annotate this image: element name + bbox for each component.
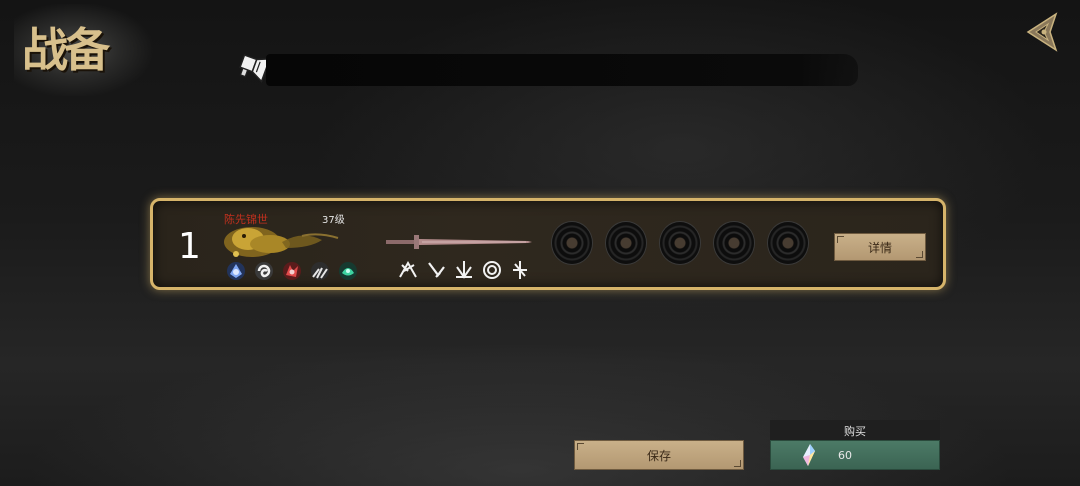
skill-icons — [226, 261, 358, 281]
spike-burst-icon[interactable] — [454, 259, 474, 281]
equipment-slot[interactable] — [552, 222, 592, 264]
golden-dragon-portrait — [224, 227, 339, 257]
red-spirit-icon[interactable] — [282, 261, 302, 281]
buy-price: 60 — [838, 448, 852, 462]
crystal-icon — [803, 444, 815, 466]
detail-button[interactable]: 详情 — [834, 233, 926, 261]
page-title: 战备 — [22, 23, 110, 77]
vortex-icon[interactable] — [482, 259, 502, 281]
notice-bar — [266, 54, 858, 86]
equipment-slot[interactable] — [660, 222, 700, 264]
blue-crest-icon[interactable] — [226, 261, 246, 281]
equipment-slots — [552, 222, 808, 264]
slash-burst-icon[interactable] — [398, 259, 418, 281]
cross-blade-icon[interactable] — [510, 259, 530, 281]
title-emblem: 战备 — [14, 4, 164, 96]
white-swirl-icon[interactable] — [254, 261, 274, 281]
save-button[interactable]: 保存 — [574, 440, 744, 470]
green-beast-icon[interactable] — [338, 261, 358, 281]
equipment-slot[interactable] — [768, 222, 808, 264]
equipment-slot[interactable] — [606, 222, 646, 264]
sword-icon[interactable] — [382, 232, 534, 252]
back-arrow-icon[interactable] — [1022, 10, 1062, 54]
white-claw-icon[interactable] — [310, 261, 330, 281]
buy-title: 购买 — [844, 425, 866, 438]
equipment-slot[interactable] — [714, 222, 754, 264]
move-icons — [398, 259, 530, 281]
dagger-strike-icon[interactable] — [426, 259, 446, 281]
buy-button[interactable]: 60 — [770, 440, 940, 470]
rank-number: 1 — [178, 226, 201, 267]
